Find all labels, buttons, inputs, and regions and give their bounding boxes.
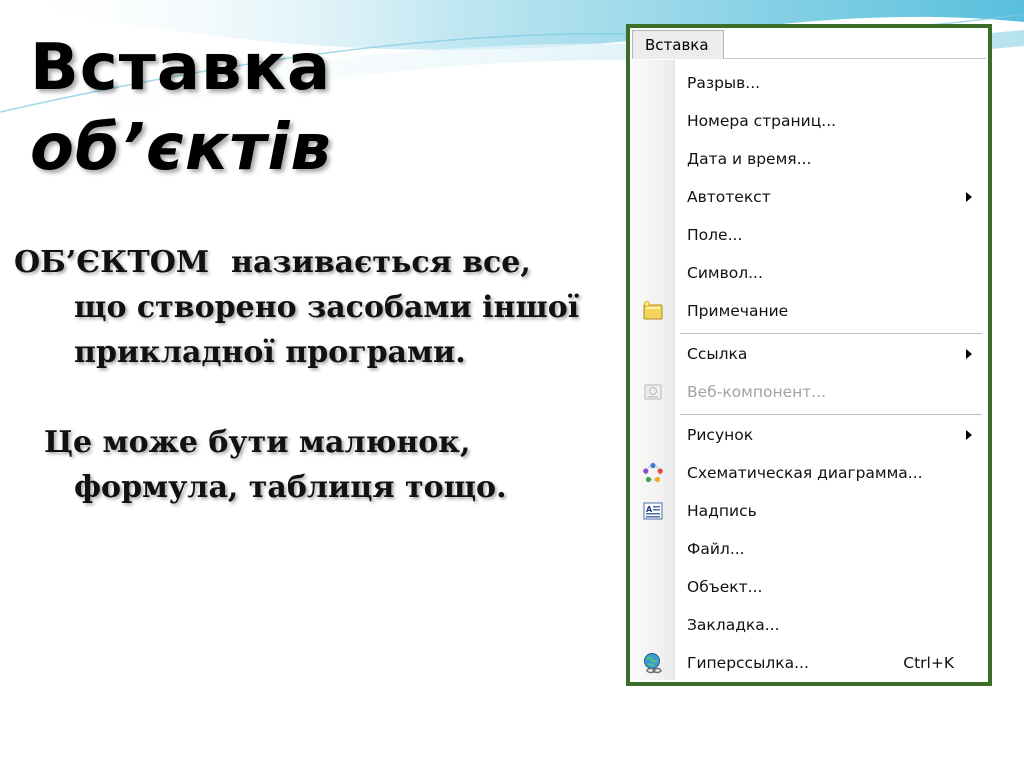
submenu-arrow-icon — [966, 349, 972, 359]
menu-item-diagram[interactable]: Схематическая диаграмма... — [632, 454, 986, 492]
menu-separator — [680, 333, 982, 334]
menu-item-label: Ссылка — [687, 345, 748, 363]
menu-item-picture[interactable]: Рисунок — [632, 416, 986, 454]
menu-item-symbol[interactable]: Символ... — [632, 254, 986, 292]
menu-item-label: Файл... — [687, 540, 745, 558]
menu-item-label: Веб-компонент... — [687, 383, 827, 401]
menu-item-reference[interactable]: Ссылка — [632, 335, 986, 373]
slide-title-line-1: Вставка — [30, 31, 332, 105]
slide-title-line-2: об’єктів — [30, 111, 332, 185]
menu-item-label: Номера страниц... — [687, 112, 837, 130]
menu-insert-title[interactable]: Вставка — [632, 30, 724, 59]
menu-separator — [680, 414, 982, 415]
web-component-icon — [644, 384, 662, 400]
menu-item-page-numbers[interactable]: Номера страниц... — [632, 102, 986, 140]
menu-item-object[interactable]: Объект... — [632, 568, 986, 606]
menu-item-web-component: Веб-компонент... — [632, 373, 986, 411]
menu-bar: Вставка — [632, 30, 986, 59]
menu-item-label: Схематическая диаграмма... — [687, 464, 923, 482]
definition-paragraph: ОБ’ЄКТОМ називається все, що створено зас… — [14, 240, 584, 375]
menu-item-label: Надпись — [687, 502, 757, 520]
text-box-icon: A — [643, 502, 663, 520]
submenu-arrow-icon — [966, 430, 972, 440]
insert-menu-dropdown: Разрыв... Номера страниц... Дата и время… — [632, 60, 986, 680]
insert-menu-screenshot: Вставка Разрыв... Номера страниц... Дата… — [626, 24, 992, 686]
menu-item-text-box[interactable]: A Надпись — [632, 492, 986, 530]
menu-item-label: Объект... — [687, 578, 763, 596]
menu-item-label: Дата и время... — [687, 150, 812, 168]
menu-item-label: Рисунок — [687, 426, 754, 444]
menu-item-label: Разрыв... — [687, 74, 761, 92]
menu-item-label: Гиперссылка... — [687, 654, 809, 672]
slide-title: Вставка об’єктів — [30, 28, 470, 188]
examples-paragraph: Це може бути малюнок, формула, таблиця т… — [44, 425, 507, 505]
menu-item-shortcut: Ctrl+K — [903, 654, 954, 672]
hyperlink-icon — [644, 653, 662, 674]
menu-item-file[interactable]: Файл... — [632, 530, 986, 568]
menu-item-label: Закладка... — [687, 616, 780, 634]
menu-item-label: Автотекст — [687, 188, 771, 206]
submenu-arrow-icon — [966, 192, 972, 202]
definition-term: ОБ’ЄКТОМ — [14, 245, 210, 280]
menu-item-field[interactable]: Поле... — [632, 216, 986, 254]
svg-text:A: A — [646, 505, 653, 514]
menu-item-date-time[interactable]: Дата и время... — [632, 140, 986, 178]
menu-item-label: Символ... — [687, 264, 763, 282]
menu-item-bookmark[interactable]: Закладка... — [632, 606, 986, 644]
menu-item-break[interactable]: Разрыв... — [632, 64, 986, 102]
slide-body: ОБ’ЄКТОМ називається все, що створено зас… — [14, 240, 584, 510]
menu-item-comment[interactable]: Примечание — [632, 292, 986, 330]
note-icon — [643, 301, 663, 320]
diagram-icon — [643, 462, 663, 483]
menu-item-label: Поле... — [687, 226, 743, 244]
menu-item-autotext[interactable]: Автотекст — [632, 178, 986, 216]
menu-item-label: Примечание — [687, 302, 789, 320]
menu-item-hyperlink[interactable]: Гиперссылка... Ctrl+K — [632, 644, 986, 682]
